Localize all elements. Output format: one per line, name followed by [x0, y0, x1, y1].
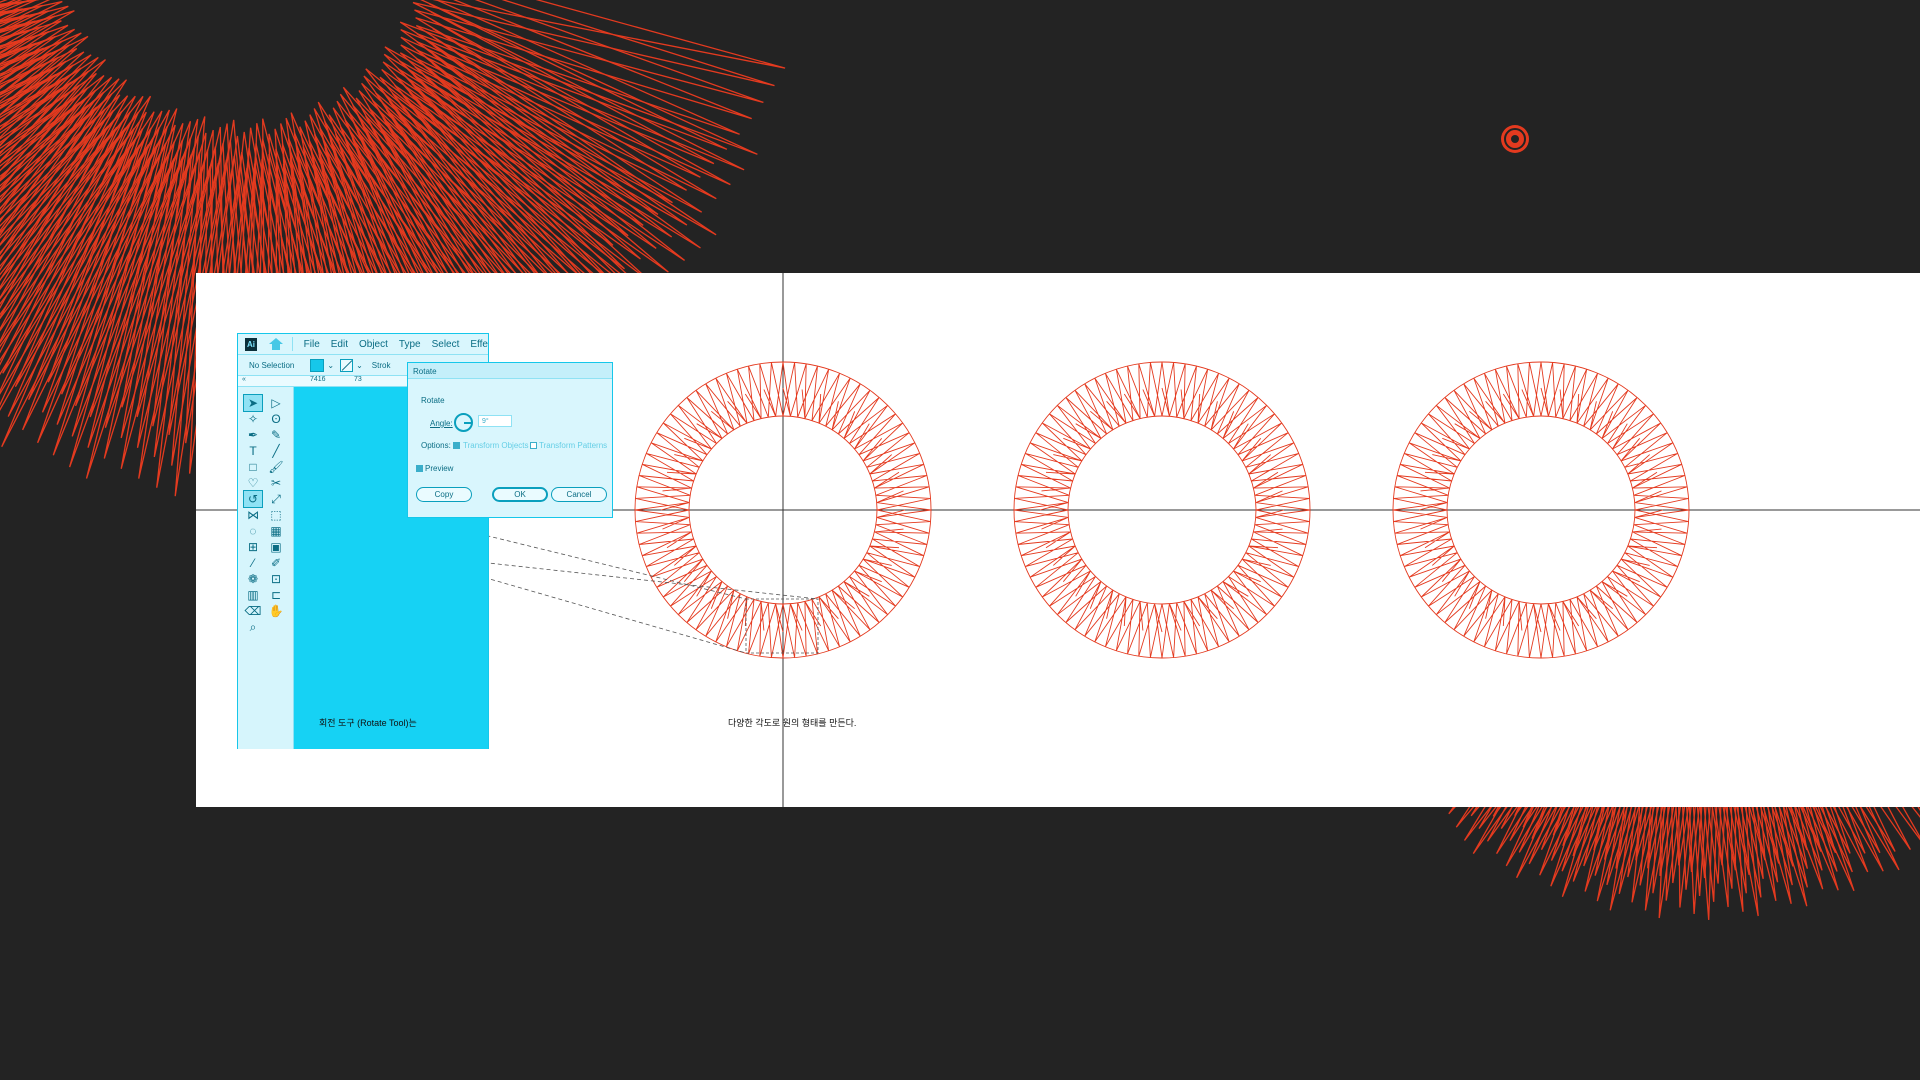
menu-separator [291, 337, 293, 351]
cancel-button[interactable]: Cancel [551, 487, 607, 502]
hand-tool-icon[interactable]: ✋ [266, 602, 286, 620]
transform-patterns-label: Transform Patterns [539, 441, 608, 450]
chevron-down-icon[interactable]: ⌄ [327, 361, 334, 370]
transform-patterns-checkbox[interactable] [530, 442, 537, 449]
angle-label: Angle: [430, 419, 453, 428]
menu-file[interactable]: File [304, 339, 320, 350]
menu-edit[interactable]: Edit [331, 339, 348, 350]
angle-dial-icon[interactable] [454, 413, 473, 432]
menu-effect[interactable]: Effe [470, 339, 488, 350]
ruler-mark: 73 [354, 376, 362, 383]
target-icon [1501, 125, 1529, 153]
zoom-tool-icon[interactable]: ⌕ [243, 618, 263, 636]
tools-panel: ➤ ▷ ✧ ʘ ✒ ✎ T ╱ □ 🖌 ♡ ✂ ↺ ⤢ ⋈ ⬚ ◌ ▦ ⊞ ▣ … [238, 387, 294, 749]
menu-type[interactable]: Type [399, 339, 421, 350]
preview-label: Preview [425, 464, 454, 473]
fill-color-swatch[interactable] [310, 358, 325, 372]
rotate-section-label: Rotate [421, 396, 445, 405]
artboard-panel: Ai File Edit Object Type Select Effe No … [196, 273, 1920, 807]
dialog-title: Rotate [413, 367, 437, 376]
angle-input[interactable]: 9° [478, 415, 512, 427]
stroke-label[interactable]: Strok [372, 361, 391, 370]
preview-checkbox[interactable] [416, 465, 423, 472]
caption-middle: 다양한 각도로 원의 형태를 만든다. [728, 718, 857, 728]
dialog-title-bar[interactable] [408, 363, 612, 379]
stroke-color-swatch[interactable] [340, 358, 354, 372]
menu-select[interactable]: Select [432, 339, 460, 350]
transform-objects-checkbox[interactable] [453, 442, 460, 449]
menu-object[interactable]: Object [359, 339, 388, 350]
collapse-panel-icon[interactable]: « [242, 376, 246, 383]
home-icon[interactable] [268, 338, 283, 350]
ruler-mark: 7416 [310, 376, 326, 383]
selection-status: No Selection [249, 360, 295, 370]
illustrator-app-icon: Ai [245, 337, 257, 351]
menu-bar: Ai File Edit Object Type Select Effe [238, 334, 488, 355]
transform-objects-label: Transform Objects [463, 441, 529, 450]
rotate-dialog: Rotate Rotate Angle: 9° Options: Transfo… [407, 362, 613, 518]
options-label: Options: [421, 441, 451, 450]
ok-button[interactable]: OK [492, 487, 548, 502]
copy-button[interactable]: Copy [416, 487, 472, 502]
caption-left: 회전 도구 (Rotate Tool)는 [319, 718, 417, 728]
chevron-down-icon[interactable]: ⌄ [356, 361, 363, 370]
